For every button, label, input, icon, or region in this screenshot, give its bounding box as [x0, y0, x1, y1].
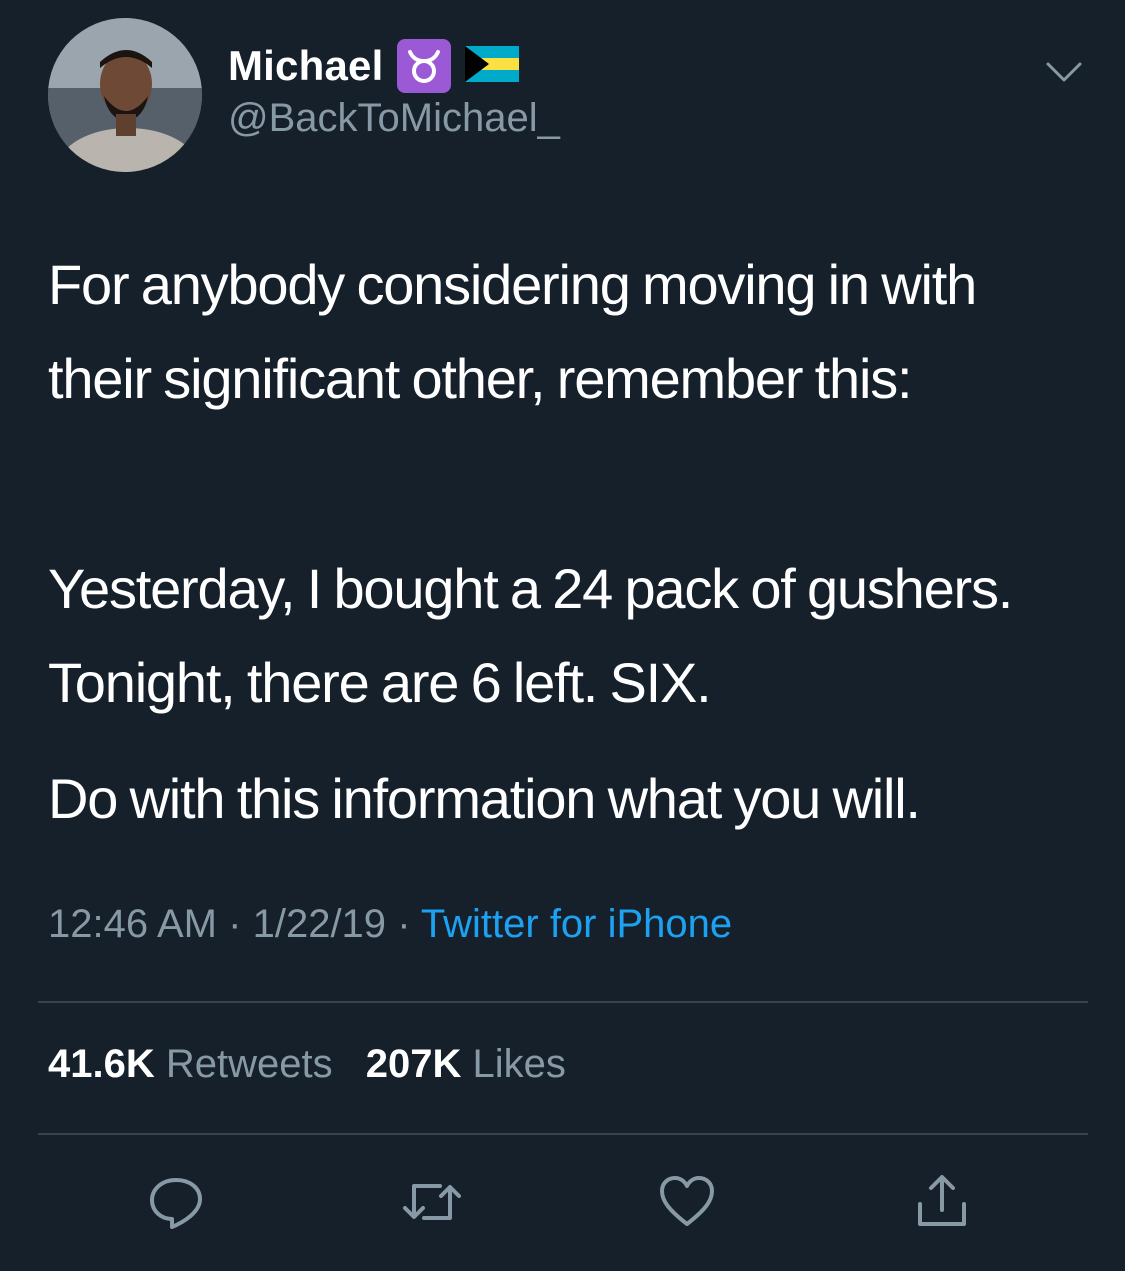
- divider: [38, 1133, 1088, 1135]
- reply-button[interactable]: [144, 1170, 208, 1234]
- like-button[interactable]: [655, 1170, 719, 1234]
- share-icon: [918, 1175, 966, 1226]
- heart-icon: [660, 1176, 714, 1226]
- user-handle[interactable]: @BackToMichael_: [228, 96, 560, 141]
- tweet-time: 12:46 AM: [48, 902, 218, 946]
- reply-icon: [150, 1178, 202, 1229]
- likes-stat[interactable]: 207K Likes: [366, 1042, 588, 1086]
- meta-separator: ·: [228, 902, 242, 946]
- retweets-stat[interactable]: 41.6K Retweets: [48, 1042, 355, 1086]
- tweet-meta: 12:46 AM · 1/22/19 · Twitter for iPhone: [48, 902, 732, 947]
- share-button[interactable]: [910, 1170, 974, 1234]
- retweets-count: 41.6K: [48, 1042, 155, 1086]
- likes-label: Likes: [472, 1042, 566, 1086]
- chevron-down-icon[interactable]: [1040, 56, 1088, 88]
- display-name[interactable]: Michael: [228, 42, 383, 90]
- tweet-detail: Michael @BackToMichael_ For anybody cons…: [0, 0, 1125, 1271]
- tweet-text-paragraph: For anybody considering moving in with t…: [48, 253, 977, 410]
- meta-separator: ·: [397, 902, 411, 946]
- retweet-icon: [403, 1184, 461, 1220]
- avatar[interactable]: [48, 18, 202, 172]
- tweet-stats: 41.6K Retweets 207K Likes: [48, 1042, 588, 1087]
- divider: [38, 1001, 1088, 1003]
- retweets-label: Retweets: [165, 1042, 333, 1086]
- likes-count: 207K: [365, 1042, 462, 1086]
- tweet-text-paragraph: Yesterday, I bought a 24 pack of gushers…: [48, 557, 1013, 714]
- taurus-emoji-icon: [397, 39, 452, 93]
- tweet-date: 1/22/19: [252, 902, 387, 946]
- retweet-button[interactable]: [400, 1170, 464, 1234]
- user-name-row[interactable]: Michael: [228, 38, 520, 94]
- tweet-source-link[interactable]: Twitter for iPhone: [421, 902, 732, 946]
- bahamas-flag-icon: [465, 45, 520, 87]
- tweet-text-paragraph: Do with this information what you will.: [48, 767, 921, 830]
